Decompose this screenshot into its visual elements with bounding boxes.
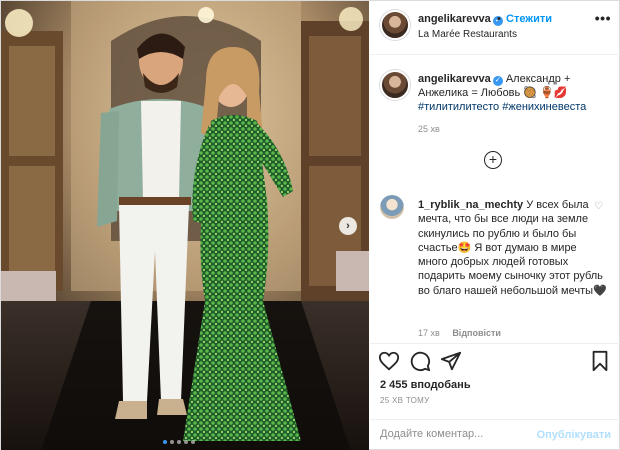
instagram-post-modal: › angelikarevva ✓ • Стежити ••• La Marée … <box>0 0 620 450</box>
paper-plane-icon[interactable] <box>440 350 462 372</box>
post-header: angelikarevva ✓ • Стежити ••• La Marée Re… <box>370 1 620 55</box>
carousel-dot <box>191 440 195 444</box>
author-username-text[interactable]: angelikarevva <box>418 13 491 25</box>
more-options-icon[interactable]: ••• <box>595 10 611 26</box>
commenter-avatar[interactable] <box>380 195 404 219</box>
comment-time: 17 хв <box>418 328 440 338</box>
carousel-indicator <box>163 440 195 444</box>
carousel-dot <box>163 440 167 444</box>
post-photo[interactable]: › <box>1 1 369 450</box>
comment-username[interactable]: 1_ryblik_na_mechty <box>418 199 523 211</box>
comment-text: У всех была мечта, что бы все люди на зе… <box>418 199 607 297</box>
post-sidebar: angelikarevva ✓ • Стежити ••• La Marée Re… <box>370 1 620 450</box>
comment-meta: 17 хв Відповісти <box>418 328 501 338</box>
caption-username[interactable]: angelikarevva <box>418 73 491 85</box>
caption-hashtags[interactable]: #тилитилитесто #жених​иневеста <box>418 101 586 113</box>
reply-button[interactable]: Відповісти <box>452 328 501 338</box>
author-username[interactable]: angelikarevva ✓ <box>418 13 503 26</box>
carousel-dot <box>177 440 181 444</box>
author-avatar[interactable] <box>380 10 410 40</box>
caption-time: 25 хв <box>418 124 440 134</box>
carousel-dot <box>184 440 188 444</box>
couple-photo-image <box>1 1 369 450</box>
caption: angelikarevva ✓ Александр + Анжелика = Лю… <box>418 72 613 114</box>
comment-composer: Опублікувати <box>370 419 620 450</box>
heart-icon[interactable] <box>378 350 400 372</box>
verified-badge-icon: ✓ <box>492 76 503 86</box>
carousel-dot <box>170 440 174 444</box>
comment-like-icon[interactable]: ♡ <box>594 201 603 212</box>
caption-author-avatar[interactable] <box>380 70 410 100</box>
post-date[interactable]: 25 ХВ ТОМУ <box>380 396 430 405</box>
carousel-next-button[interactable]: › <box>339 217 357 235</box>
likes-count[interactable]: 2 455 вподобань <box>380 379 471 391</box>
header-separator: • <box>497 13 501 25</box>
plus-circle-icon[interactable]: + <box>484 151 502 169</box>
comment-input[interactable] <box>380 428 530 440</box>
follow-button[interactable]: Стежити <box>506 13 552 25</box>
location-link[interactable]: La Marée Restaurants <box>418 29 517 40</box>
comments-area[interactable]: angelikarevva ✓ Александр + Анжелика = Лю… <box>370 56 620 343</box>
comment: 1_ryblik_na_mechty У всех была мечта, чт… <box>418 198 608 298</box>
comment-bubble-icon[interactable] <box>409 350 431 372</box>
publish-button[interactable]: Опублікувати <box>537 429 611 441</box>
bookmark-icon[interactable] <box>589 350 611 372</box>
